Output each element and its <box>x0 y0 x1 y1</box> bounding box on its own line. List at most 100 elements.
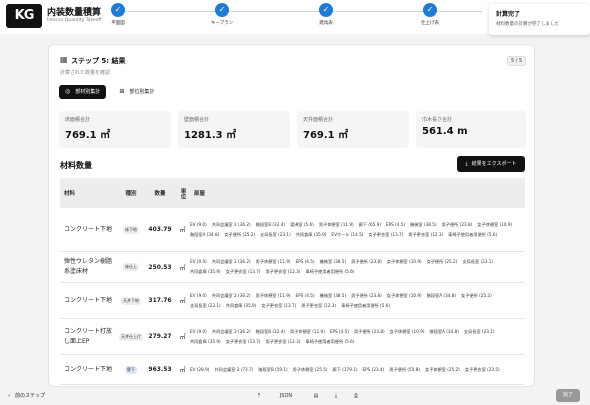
stat-wall-area: 壁面積合計 1281.3 ㎡ <box>178 111 290 148</box>
stat-floor-area: 床面積合計 769.1 ㎡ <box>59 111 171 148</box>
print-button[interactable]: ⎙ <box>351 390 361 402</box>
step-3-label: 建具表 <box>319 21 333 26</box>
step-2[interactable]: ✓ キープラン <box>207 3 237 26</box>
unit-cell: ㎡ <box>179 367 186 374</box>
room-tag: 男子便所 (23.8) <box>351 259 382 264</box>
room-tag: 女子更衣室 (13.7) <box>368 231 404 237</box>
stat-value: 561.4 m <box>422 126 468 137</box>
save-button[interactable]: ▤ <box>311 390 321 402</box>
step-4[interactable]: ✓ 仕上げ表 <box>415 3 445 26</box>
app-title: 内装数量積算 <box>47 8 102 18</box>
room-tag: 機械室 (38.5) <box>319 292 347 298</box>
header-material: 材料 <box>64 191 76 197</box>
room-tag: 女子便所 (25.2) <box>461 292 492 298</box>
room-tag: 車椅子使用者用便所 (5.6) <box>305 269 355 274</box>
done-button[interactable]: 完了 <box>556 389 580 402</box>
tab-by-part[interactable]: ⊞ 部位別集計 <box>113 85 160 99</box>
room-tag: 階段室B (32.4) <box>255 328 285 334</box>
room-tag: 機械室 (38.5) <box>319 259 347 264</box>
toast-notification: 計算完了 材料数量の計算が完了しました <box>489 4 590 35</box>
step-title: ステップ 5: 結果 <box>71 57 126 65</box>
upload-button[interactable]: ⤒ <box>254 390 264 402</box>
unit-cell: ㎡ <box>179 264 186 272</box>
room-tag: 階段室B (32.4) <box>255 221 285 227</box>
room-tag: 階段室A (34.8) <box>190 231 220 237</box>
room-tag: 男子更衣室 (12.3) <box>301 302 337 308</box>
room-tag: 男子更衣室 (12.3) <box>408 231 444 237</box>
room-tag: EPS (4.5) <box>386 221 406 227</box>
check-icon: ✓ <box>423 3 437 17</box>
room-tag: 男子便所 (23.8) <box>441 221 473 227</box>
json-export-button[interactable]: JSON <box>271 390 301 402</box>
previous-step-label: 前のステップ <box>15 393 46 399</box>
type-cell: 天井下地 <box>117 283 145 318</box>
tab-by-material[interactable]: ◎ 部材別集計 <box>59 85 107 99</box>
tab-bar: ◎ 部材別集計 ⊞ 部位別集計 <box>59 85 162 100</box>
material-cell: コンクリート下地 <box>64 225 113 233</box>
material-cell: コンクリート打放し面上EP <box>64 327 113 345</box>
download-button[interactable]: ⤓ <box>331 390 341 402</box>
header-type: 種別 <box>125 191 137 197</box>
type-badge: 天井下地 <box>121 296 141 305</box>
previous-step-button[interactable]: ‹ 前のステップ <box>8 390 45 402</box>
room-tag: 女子便所 (25.2) <box>426 259 458 264</box>
room-tag: 女子更衣室 (13.7) <box>225 338 261 344</box>
room-tag: 階段室A (34.8) <box>426 292 457 298</box>
room-tag: 共同会議室 2 (36.2) <box>211 292 251 298</box>
step-4-label: 仕上げ表 <box>421 21 439 26</box>
room-tag: 女子便所 (25.2) <box>224 231 256 237</box>
room-tag: 支局長室 (23.1) <box>462 259 494 264</box>
room-tag: EVホール (14.5) <box>331 231 364 237</box>
bottom-bar: ‹ 前のステップ ⤒ JSON ▤ ⤓ ⎙ 完了 <box>0 387 590 405</box>
app-logo: KG <box>6 4 42 28</box>
room-tag: EV (9.0) <box>190 221 207 227</box>
step-3[interactable]: ✓ 建具表 <box>311 3 341 26</box>
room-tag: 女子更衣室 (13.7) <box>261 302 297 308</box>
table-row: コンクリート打放し面上EP 天井仕上げ 279.27 ㎡ EV (9.0) 共同会議室 2… <box>60 319 525 355</box>
stat-value: 1281.3 ㎡ <box>184 130 237 141</box>
room-tag: 共同会議室 2 (36.2) <box>211 221 251 227</box>
unit-cell: ㎡ <box>179 227 186 234</box>
room-tag: 男子更衣室 (12.3) <box>265 338 301 344</box>
room-tag: 支局長室 (23.1) <box>463 328 495 334</box>
type-cell: 天井仕上げ <box>117 319 145 354</box>
material-cell: 弾性ウレタン樹脂系塗床材 <box>64 258 113 275</box>
material-cell: コンクリート下地 <box>64 296 113 304</box>
app-subtitle: Interior Quantity Takeoff <box>47 18 102 23</box>
type-badge: 天井仕上げ <box>119 332 143 341</box>
stat-value: 769.1 ㎡ <box>303 130 349 141</box>
export-results-button[interactable]: ⤓ 結果をエクスポート <box>457 156 525 172</box>
rooms-cell: EV (9.0) 共同会議室 2 (36.2) 男子休憩室 (11.9) EPS (4… <box>190 252 525 282</box>
step-counter: 5 / 5 <box>507 56 527 66</box>
quantity-cell: 279.27 <box>148 333 172 340</box>
room-tag: 共同会議室 2 (73.7) <box>214 366 254 372</box>
rooms-cell: EV (28.9) 共同会議室 2 (73.7) 階段室B (59.1) 男子休憩室 … <box>190 355 525 384</box>
room-tag: 車椅子使用者用便所 (5.6) <box>341 302 391 308</box>
room-tag: 女子休憩室 (10.9) <box>389 328 425 334</box>
stat-label: 天井面積合計 <box>303 117 334 123</box>
room-tag: 男子休憩室 (11.9) <box>255 292 291 298</box>
stat-label: 巾木長さ合計 <box>422 117 453 123</box>
room-tag: 男子休憩室 (11.9) <box>255 259 291 264</box>
room-tag: 女子休憩室 (10.9) <box>386 259 422 264</box>
step-1[interactable]: ✓ 平面図 <box>103 3 133 26</box>
room-tag: EV (9.0) <box>190 328 207 334</box>
type-badge: 壁下 <box>125 365 137 374</box>
room-tag: 男子便所 (23.8) <box>351 292 382 298</box>
room-tag: EPS (4.5) <box>329 328 349 334</box>
type-cell: 床仕上 <box>117 252 145 282</box>
stat-ceiling-area: 天井面積合計 769.1 ㎡ <box>297 111 409 148</box>
room-tag: 男子休憩室 (11.9) <box>318 221 354 227</box>
results-card: ▦ ステップ 5: 結果 計算された数量を確認 5 / 5 ◎ 部材別集計 ⊞ 部位… <box>48 44 535 387</box>
materials-table: 材料 種別 数量 単位 部屋 コンクリート下地 床下地 403.79 ㎡ EV (9.0… <box>60 178 525 385</box>
rooms-cell: EV (9.0) 共同会議室 2 (36.2) 階段室B (32.4) 湯沸室 (5.… <box>190 208 525 251</box>
room-tag: 支局長室 (23.1) <box>190 302 221 308</box>
quantity-cell: 250.53 <box>148 263 172 271</box>
room-tag: 車椅子使用者用便所 (5.6) <box>448 231 498 237</box>
room-tag: 女子更衣室 (23.5) <box>464 366 500 372</box>
room-tag: EPS (4.5) <box>295 292 315 298</box>
type-badge: 床仕上 <box>123 263 139 271</box>
room-tag: 共同倉庫 (35.9) <box>190 338 221 344</box>
type-cell: 壁下 <box>117 355 145 384</box>
stat-label: 床面積合計 <box>65 117 91 123</box>
